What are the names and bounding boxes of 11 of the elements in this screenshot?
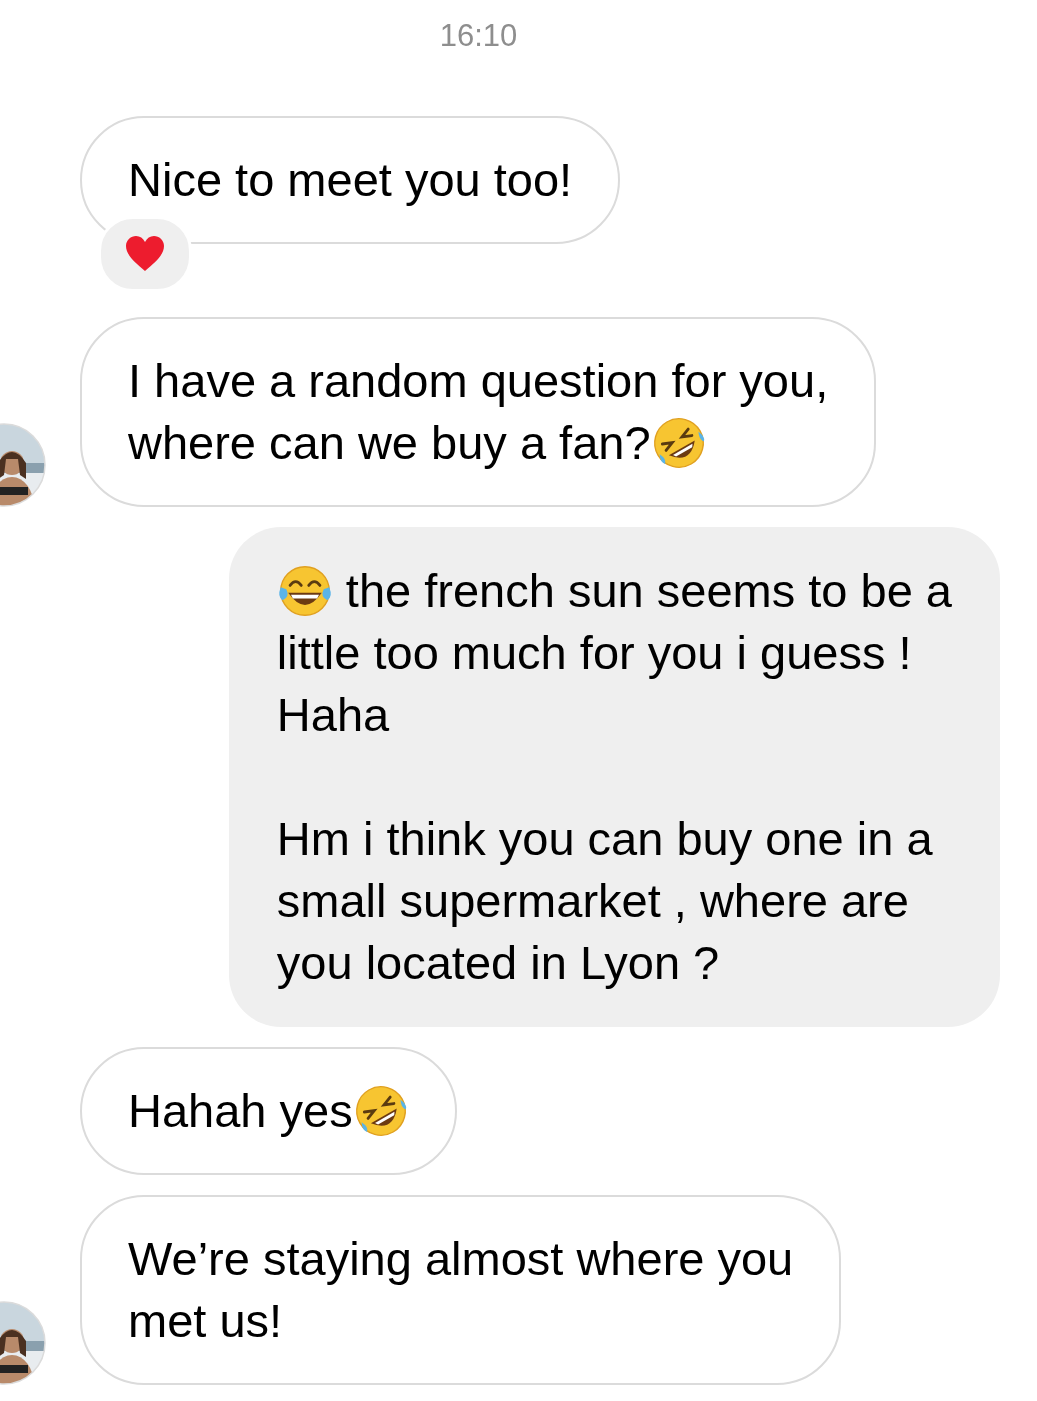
message-text: Hahah yes bbox=[128, 1084, 353, 1137]
message-text: little too much for you i guess ! Haha bbox=[276, 626, 912, 741]
message-text: We’re staying almost where you met us! bbox=[128, 1232, 794, 1347]
message-text: where can we buy a fan? bbox=[128, 416, 651, 469]
message-text: the french sun seems to be a bbox=[344, 564, 952, 617]
heart-icon bbox=[125, 236, 165, 272]
timestamp: 16:10 bbox=[439, 18, 518, 54]
message-text: Nice to meet you too! bbox=[128, 153, 573, 206]
message-text: Hm i think you can buy one in a small supermarket , where are you located in Lyon ? bbox=[276, 812, 933, 989]
laughing-tears-emoji-icon bbox=[276, 563, 333, 619]
message-text: I have a random question for you, bbox=[128, 354, 829, 407]
